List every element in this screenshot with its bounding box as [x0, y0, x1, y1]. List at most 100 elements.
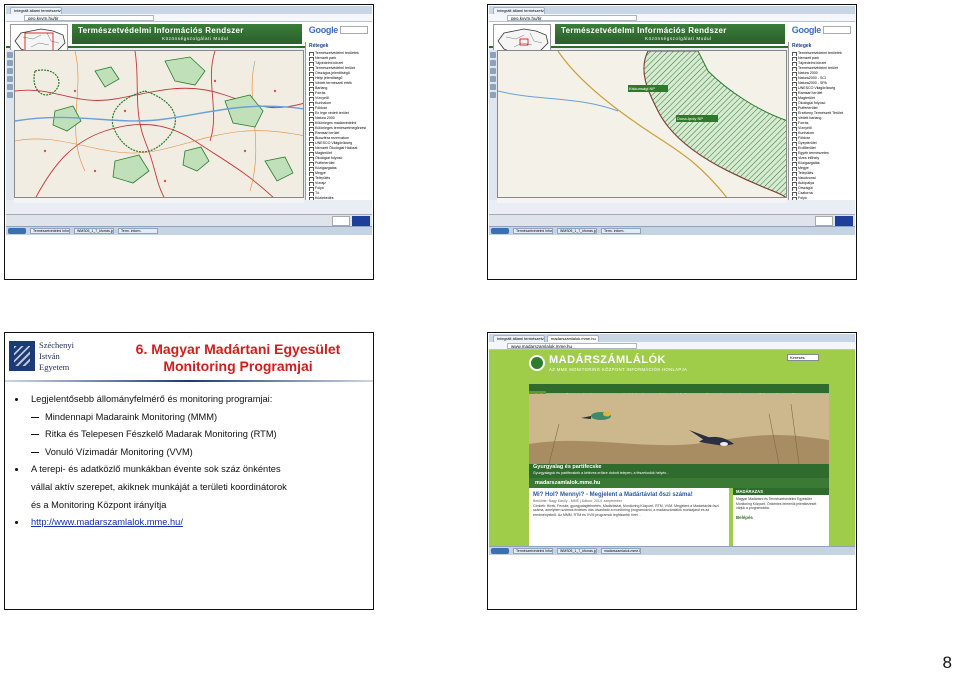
banner-title: Természetvédelmi Információs Rendszer	[78, 26, 244, 35]
hero-photo	[529, 394, 829, 464]
dash-icon	[31, 434, 39, 436]
layers-panel: Rétegek Természetvédelmi területek Nemzet…	[305, 42, 373, 200]
sub-bullet-item: Ritka és Telepesen Fészkelő Madarak Moni…	[31, 426, 371, 444]
bullet-icon	[15, 521, 18, 525]
url-field[interactable]: geo.kvvm.hu/tir	[507, 15, 637, 21]
taskbar-item[interactable]: WMS05_1_7_kforrás.jpg	[557, 228, 597, 234]
bullet-text: Legjelentősebb állományfelmérő és monito…	[31, 394, 273, 404]
browser-tab[interactable]: Integrált állami természetvédel...	[10, 7, 62, 14]
browser-screenshot: Integrált állami természetvédel... geo.k…	[489, 6, 856, 235]
zoom-out-icon[interactable]	[7, 60, 13, 66]
start-button[interactable]	[491, 228, 509, 234]
program-name: Mindennapi Madaraink Monitoring (MMM)	[45, 411, 218, 422]
university-name: Széchenyi István Egyetem	[39, 340, 74, 373]
pan-icon[interactable]	[490, 68, 496, 74]
website-page: MADÁRSZÁMLÁLÓK AZ MME MONITORING KÖZPONT…	[489, 350, 855, 566]
banner-subtitle: Közönségszolgálati Modul	[162, 36, 229, 41]
print-icon[interactable]	[7, 92, 13, 98]
dash-icon	[31, 416, 39, 418]
hero-caption: Gyurgyalag és partifecske Gyurgyalagok é…	[529, 464, 829, 478]
print-icon[interactable]	[490, 92, 496, 98]
website-link[interactable]: http://www.madarszamlalok.mme.hu/	[31, 517, 183, 527]
logo-line: Széchenyi	[39, 340, 74, 350]
url-field[interactable]: www.madarszamlalok.mme.hu	[507, 343, 637, 349]
university-logo: Széchenyi István Egyetem	[9, 339, 85, 375]
slide-title: 6. Magyar Madártani Egyesület Monitoring…	[105, 341, 371, 375]
slide-tir-zoomed: Integrált állami természetvédel... geo.k…	[487, 4, 857, 280]
search-input[interactable]	[823, 26, 851, 34]
taskbar-item[interactable]: WMS05_1_7_kforrás.jpg	[74, 228, 114, 234]
measure-icon[interactable]	[7, 84, 13, 90]
zoom-in-icon[interactable]	[490, 52, 496, 58]
url-field[interactable]: geo.kvvm.hu/tir	[24, 15, 154, 21]
browser-screenshot: Integrált állami természetvédel... geo.k…	[6, 6, 373, 235]
article-text: Címkék: Hírek, Fecske, gyurgyalagfelméré…	[533, 503, 719, 517]
site-subtitle: AZ MME MONITORING KÖZPONT INFORMÁCIÓS HO…	[549, 367, 688, 372]
pan-icon[interactable]	[7, 68, 13, 74]
taskbar-item[interactable]: Természetvédelmi Inform...	[30, 228, 70, 234]
bullet-text-continued: vállal aktív szerepet, akiknek munkáját …	[31, 481, 287, 492]
map-canvas[interactable]	[14, 50, 304, 198]
info-icon[interactable]	[490, 76, 496, 82]
start-button[interactable]	[491, 548, 509, 554]
taskbar-item[interactable]: Természetvédelmi Inform...	[513, 228, 553, 234]
layer-item[interactable]: Folyó	[789, 196, 856, 200]
taskbar-item[interactable]: Természetvédelmi Inform...	[513, 548, 553, 554]
google-logo: Google	[791, 25, 822, 35]
zoom-out-icon[interactable]	[490, 60, 496, 66]
bullet-icon	[15, 398, 18, 401]
info-icon[interactable]	[7, 76, 13, 82]
banner-subtitle: Közönségszolgálati Modul	[645, 36, 712, 41]
browser-tab-bar: Integrált állami természetvédel... madar…	[489, 334, 855, 342]
browser-screenshot: Integrált állami természetvédel... madar…	[489, 334, 855, 566]
eu-flag-logo	[835, 216, 853, 226]
slide-body: Legjelentősebb állományfelmérő és monito…	[15, 391, 371, 532]
site-nav: HírekBevezetőMonitoringMAPAdatbázisokLet…	[529, 384, 829, 400]
login-heading[interactable]: Belépés	[733, 513, 829, 522]
taskbar-item[interactable]: madarszamlalok.mme.hu	[601, 548, 641, 554]
slide-mme-monitoring: Széchenyi István Egyetem 6. Magyar Madár…	[4, 332, 374, 610]
address-bar: geo.kvvm.hu/tir	[489, 14, 855, 22]
address-bar: www.madarszamlalok.mme.hu	[489, 342, 855, 350]
browser-tab-active[interactable]: madarszamlalok.mme.hu	[547, 335, 599, 342]
os-taskbar: Természetvédelmi Inform... WMS05_1_7_kfo…	[489, 546, 855, 555]
article-title[interactable]: Mi? Hol? Mennyi? - Megjelent a Madártávl…	[533, 491, 725, 499]
taskbar-item[interactable]: Term. inform.	[118, 228, 158, 234]
dash-icon	[31, 451, 39, 453]
site-title[interactable]: MADÁRSZÁMLÁLÓK	[549, 354, 666, 366]
caption-text: Gyurgyalagok és partifecskék a kétéves e…	[533, 471, 670, 475]
map-toolbar	[6, 50, 14, 200]
banner-title: Természetvédelmi Információs Rendszer	[561, 26, 727, 35]
map-label: Kiskunsági NP	[629, 86, 656, 91]
mme-bird-logo-icon	[529, 355, 545, 371]
bullet-item: Legjelentősebb állományfelmérő és monito…	[15, 391, 371, 409]
taskbar-item[interactable]: Term. inform.	[601, 228, 641, 234]
layers-panel: Rétegek Természetvédelmi területek Nemzet…	[788, 42, 856, 200]
sub-bullet-item: Mindennapi Madaraink Monitoring (MMM)	[31, 409, 371, 427]
map-canvas[interactable]: Kiskunsági NP Duna-Ipoly NP	[497, 50, 787, 198]
zoom-in-icon[interactable]	[7, 52, 13, 58]
partner-logo	[332, 216, 350, 226]
taskbar-item[interactable]: WMS05_1_7_kforrás.jpg	[557, 548, 597, 554]
site-header: MADÁRSZÁMLÁLÓK AZ MME MONITORING KÖZPONT…	[529, 352, 819, 378]
program-name: Ritka és Telepesen Fészkelő Madarak Moni…	[45, 429, 277, 440]
site-domain-bar: madarszamlalok.mme.hu	[529, 478, 829, 488]
start-button[interactable]	[8, 228, 26, 234]
search-input[interactable]	[340, 26, 368, 34]
map-toolbar	[489, 50, 497, 200]
sub-bullet-item: Vonuló Vízimadár Monitoring (VVM)	[31, 444, 371, 462]
tir-banner: Természetvédelmi Információs Rendszer Kö…	[555, 24, 785, 44]
map-label: Duna-Ipoly NP	[677, 116, 704, 121]
browser-tab[interactable]: Integrált állami természetvédel...	[493, 335, 545, 342]
layer-item[interactable]: Közlekedés	[306, 196, 373, 200]
search-box[interactable]: Keresés	[787, 354, 819, 361]
measure-icon[interactable]	[490, 84, 496, 90]
sidebar-text: Magyar Madártani és Természetvédelmi Egy…	[736, 497, 817, 510]
layers-title: Rétegek	[792, 43, 812, 49]
google-logo: Google	[308, 25, 339, 35]
layers-list: Természetvédelmi területek Nemzeti park Tá…	[789, 51, 856, 200]
sidebar-header: MADÁRAZAS	[733, 488, 829, 495]
address-bar: geo.kvvm.hu/tir	[6, 14, 372, 22]
browser-tab-bar: Integrált állami természetvédel...	[489, 6, 855, 14]
browser-tab[interactable]: Integrált állami természetvédel...	[493, 7, 545, 14]
